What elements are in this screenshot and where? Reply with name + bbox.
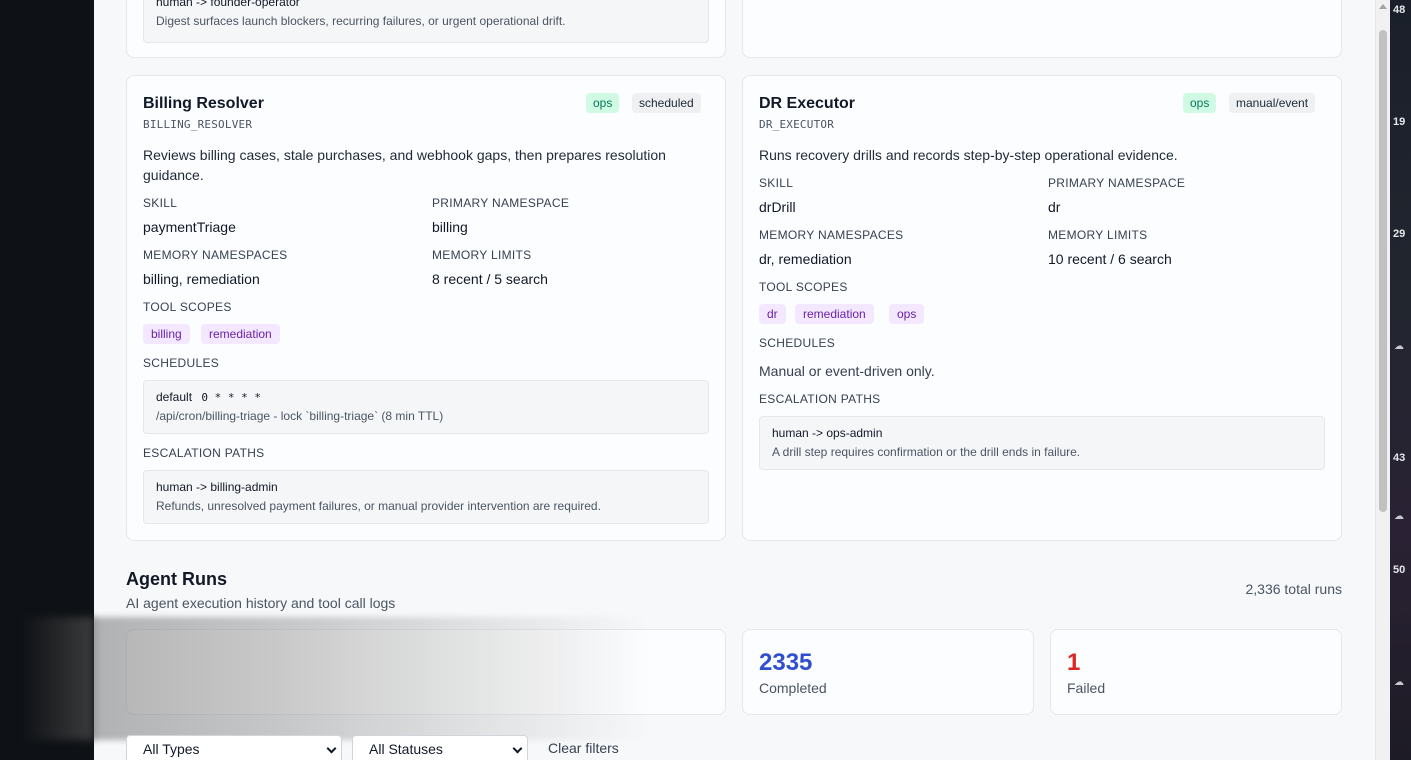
vertical-scrollbar[interactable] (1375, 0, 1390, 760)
agent-card-top-right (742, 0, 1342, 58)
agent-name: DR Executor (759, 95, 856, 112)
schedule-box: default 0 * * * * /api/cron/billing-tria… (143, 380, 709, 434)
agent-runs-subtitle: AI agent execution history and tool call… (126, 595, 396, 611)
primary-namespace-label: PRIMARY NAMESPACE (432, 196, 570, 210)
schedule-name: default (156, 390, 193, 404)
background-number: 50 (1393, 564, 1406, 576)
background-number: 19 (1393, 116, 1406, 128)
escalation-desc: Refunds, unresolved payment failures, or… (156, 499, 601, 513)
type-filter-select[interactable]: All Types (126, 735, 342, 760)
obscured-region-left (20, 617, 94, 740)
type-filter-value: All Types (143, 741, 200, 757)
agent-name: Billing Resolver (143, 95, 264, 112)
completed-count: 2335 (759, 649, 813, 676)
memory-namespaces-label: MEMORY NAMESPACES (143, 248, 288, 262)
tool-scopes-label: TOOL SCOPES (143, 300, 232, 314)
agent-description: Reviews billing cases, stale purchases, … (143, 147, 666, 183)
tool-scopes-label: TOOL SCOPES (759, 280, 848, 294)
escalation-title: human -> ops-admin (772, 426, 883, 440)
escalation-path-box: human -> founder-operator Digest surface… (143, 0, 709, 43)
badge-ops: ops (586, 93, 620, 113)
escalation-title: human -> founder-operator (156, 0, 300, 9)
stat-card-failed: 1 Failed (1050, 629, 1342, 715)
agent-description: Runs recovery drills and records step-by… (759, 147, 1178, 163)
tool-scope-chip: remediation (201, 324, 280, 344)
primary-namespace-value: dr (1048, 199, 1061, 215)
skill-value: paymentTriage (143, 219, 236, 235)
tool-scope-chip: billing (143, 324, 190, 344)
schedule-detail: /api/cron/billing-triage - lock `billing… (156, 409, 444, 423)
badge-scheduled: scheduled (632, 93, 701, 113)
agent-card-dr-executor: DR Executor DR_EXECUTOR ops manual/event… (742, 75, 1342, 541)
memory-namespaces-value: billing, remediation (143, 271, 260, 287)
total-runs-count: 2,336 total runs (1245, 581, 1342, 597)
memory-limits-label: MEMORY LIMITS (1048, 228, 1148, 242)
agent-runs-title: Agent Runs (126, 569, 227, 589)
escalation-paths-label: ESCALATION PATHS (143, 446, 265, 460)
memory-limits-value: 8 recent / 5 search (432, 271, 548, 287)
status-filter-select[interactable]: All Statuses (352, 735, 528, 760)
tool-scope-chip: ops (889, 304, 925, 324)
escalation-desc: A drill step requires confirmation or th… (772, 445, 1081, 459)
completed-label: Completed (759, 680, 827, 696)
skill-value: drDrill (759, 199, 796, 215)
escalation-title: human -> billing-admin (156, 480, 278, 494)
memory-namespaces-value: dr, remediation (759, 251, 852, 267)
background-number: 48 (1393, 4, 1406, 16)
status-filter-value: All Statuses (369, 741, 443, 757)
schedules-label: SCHEDULES (143, 356, 220, 370)
agent-code: DR_EXECUTOR (759, 118, 835, 131)
agent-card-top-left: human -> founder-operator Digest surface… (126, 0, 726, 58)
skill-label: SKILL (759, 176, 794, 190)
primary-namespace-label: PRIMARY NAMESPACE (1048, 176, 1186, 190)
scrollbar-thumb[interactable] (1379, 30, 1387, 512)
scroll-up-arrow-icon[interactable] (1379, 4, 1387, 9)
failed-count: 1 (1067, 649, 1081, 676)
escalation-path-box: human -> billing-admin Refunds, unresolv… (143, 470, 709, 524)
memory-namespaces-label: MEMORY NAMESPACES (759, 228, 904, 242)
schedule-cron: 0 * * * * (201, 391, 261, 404)
badge-manual-event: manual/event (1229, 93, 1316, 113)
cloud-icon: ☁ (1394, 341, 1404, 352)
background-number: 43 (1393, 452, 1406, 464)
memory-limits-value: 10 recent / 6 search (1048, 251, 1172, 267)
escalation-path-box: human -> ops-admin A drill step requires… (759, 416, 1325, 470)
main-content: human -> founder-operator Digest surface… (94, 0, 1375, 760)
failed-label: Failed (1067, 680, 1106, 696)
chevron-down-icon (512, 743, 523, 754)
clear-filters-button[interactable]: Clear filters (548, 740, 619, 756)
escalation-desc: Digest surfaces launch blockers, recurri… (156, 14, 566, 28)
obscured-region (94, 617, 649, 740)
stat-card-completed: 2335 Completed (742, 629, 1034, 715)
tool-scope-chip: remediation (795, 304, 874, 324)
primary-namespace-value: billing (432, 219, 468, 235)
schedules-text: Manual or event-driven only. (759, 363, 935, 379)
cloud-icon: ☁ (1394, 677, 1404, 688)
cloud-icon: ☁ (1394, 511, 1404, 522)
right-background: 48 19 29 ☁ 43 ☁ 50 ☁ (1390, 0, 1411, 760)
chevron-down-icon (326, 743, 337, 754)
agent-card-billing-resolver: Billing Resolver BILLING_RESOLVER ops sc… (126, 75, 726, 541)
escalation-paths-label: ESCALATION PATHS (759, 392, 881, 406)
badge-ops: ops (1183, 93, 1217, 113)
memory-limits-label: MEMORY LIMITS (432, 248, 532, 262)
schedules-label: SCHEDULES (759, 336, 836, 350)
tool-scope-chip: dr (759, 304, 786, 324)
background-number: 29 (1393, 228, 1406, 240)
agent-code: BILLING_RESOLVER (143, 118, 253, 131)
skill-label: SKILL (143, 196, 178, 210)
